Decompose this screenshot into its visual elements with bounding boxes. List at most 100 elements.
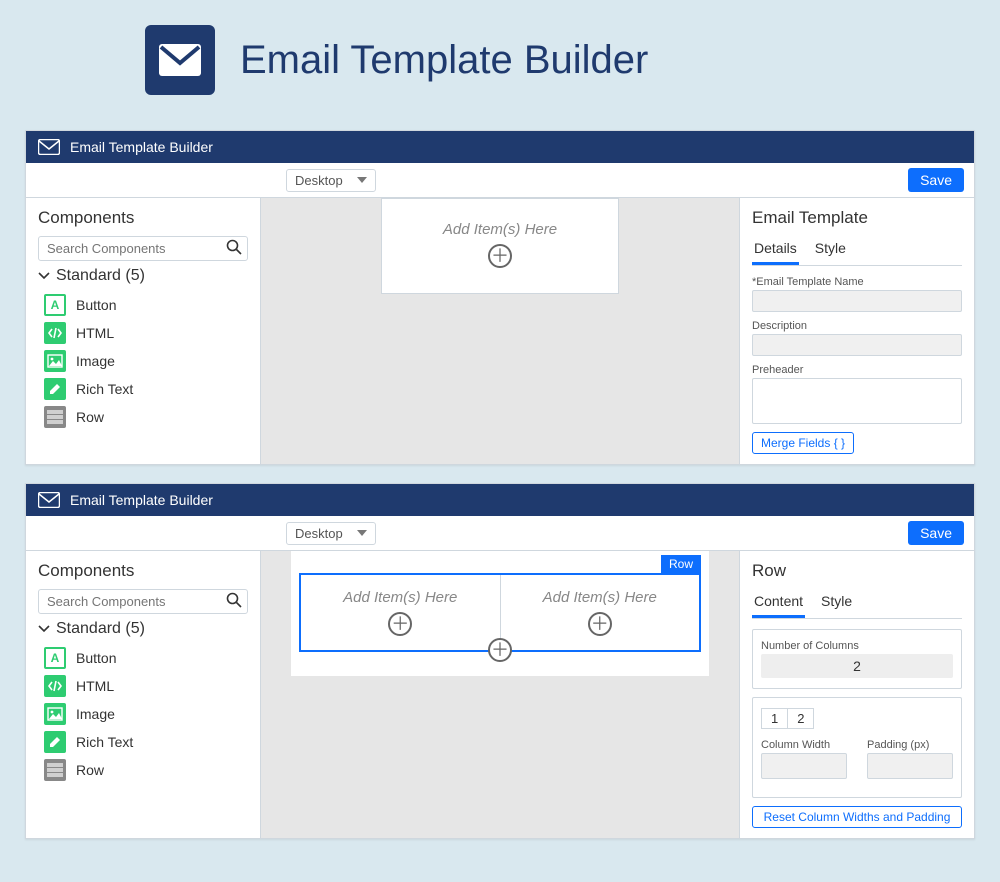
- inspector-title: Email Template: [752, 208, 962, 228]
- component-label: Image: [76, 706, 115, 722]
- chevron-down-icon: [38, 272, 50, 280]
- logo-envelope-icon: [145, 25, 215, 95]
- component-richtext[interactable]: Rich Text: [38, 728, 248, 756]
- component-html[interactable]: HTML: [38, 319, 248, 347]
- chevron-down-icon: [357, 530, 367, 536]
- column-tab-1[interactable]: 1: [761, 708, 788, 729]
- search-icon[interactable]: [226, 239, 242, 255]
- pencil-icon: [44, 378, 66, 400]
- svg-text:A: A: [51, 298, 60, 312]
- field-label-name: *Email Template Name: [752, 276, 962, 288]
- group-header[interactable]: Standard (5): [38, 620, 248, 638]
- envelope-icon: [38, 139, 60, 155]
- dropzone[interactable]: Add Item(s) Here ＋: [382, 199, 618, 289]
- component-image[interactable]: Image: [38, 700, 248, 728]
- component-label: HTML: [76, 325, 114, 341]
- code-icon: [44, 322, 66, 344]
- code-icon: [44, 675, 66, 697]
- envelope-icon: [38, 492, 60, 508]
- plus-icon[interactable]: ＋: [388, 612, 412, 636]
- panel-titlebar: Email Template Builder: [26, 131, 974, 163]
- components-heading: Components: [38, 561, 248, 581]
- search-input[interactable]: [38, 589, 248, 614]
- components-heading: Components: [38, 208, 248, 228]
- components-panel: Components Standard (5) A Button HTML Ima…: [26, 551, 261, 838]
- button-a-icon: A: [44, 647, 66, 669]
- save-button[interactable]: Save: [908, 521, 964, 545]
- component-label: Rich Text: [76, 734, 133, 750]
- save-button[interactable]: Save: [908, 168, 964, 192]
- panel-title: Email Template Builder: [70, 492, 213, 508]
- input-col-width[interactable]: [761, 753, 847, 779]
- input-description[interactable]: [752, 334, 962, 356]
- component-label: Button: [76, 650, 116, 666]
- button-a-icon: A: [44, 294, 66, 316]
- tab-style[interactable]: Style: [813, 236, 848, 265]
- component-richtext[interactable]: Rich Text: [38, 375, 248, 403]
- canvas[interactable]: Add Item(s) Here ＋: [261, 198, 739, 464]
- column-tab-2[interactable]: 2: [788, 708, 814, 729]
- component-button[interactable]: A Button: [38, 291, 248, 319]
- tab-details[interactable]: Details: [752, 236, 799, 265]
- dropzone-label: Add Item(s) Here: [443, 221, 557, 238]
- page-title: Email Template Builder: [240, 38, 648, 83]
- inspector-tabs: Content Style: [752, 589, 962, 619]
- merge-fields-button[interactable]: Merge Fields { }: [752, 432, 854, 454]
- svg-text:A: A: [51, 651, 60, 665]
- col-width-label: Column Width: [761, 739, 847, 751]
- device-select-label: Desktop: [295, 173, 343, 188]
- row-icon: [44, 759, 66, 781]
- add-row-below-icon[interactable]: ＋: [488, 638, 512, 662]
- component-label: Row: [76, 762, 104, 778]
- field-label-preheader: Preheader: [752, 364, 962, 376]
- component-label: Image: [76, 353, 115, 369]
- panel-titlebar: Email Template Builder: [26, 484, 974, 516]
- component-label: HTML: [76, 678, 114, 694]
- column-tabs: 1 2: [761, 708, 953, 729]
- builder-panel-2: Email Template Builder Desktop Save Comp…: [25, 483, 975, 839]
- component-html[interactable]: HTML: [38, 672, 248, 700]
- row-icon: [44, 406, 66, 428]
- inspector-panel: Email Template Details Style *Email Temp…: [739, 198, 974, 464]
- chevron-down-icon: [357, 177, 367, 183]
- component-row[interactable]: Row: [38, 403, 248, 431]
- tab-content[interactable]: Content: [752, 589, 805, 618]
- search-icon[interactable]: [226, 592, 242, 608]
- component-row[interactable]: Row: [38, 756, 248, 784]
- reset-button[interactable]: Reset Column Widths and Padding: [752, 806, 962, 828]
- dropzone-label: Add Item(s) Here: [543, 589, 657, 606]
- input-padding[interactable]: [867, 753, 953, 779]
- device-select-label: Desktop: [295, 526, 343, 541]
- plus-icon[interactable]: ＋: [488, 244, 512, 268]
- component-label: Row: [76, 409, 104, 425]
- field-label-desc: Description: [752, 320, 962, 332]
- device-select[interactable]: Desktop: [286, 169, 376, 192]
- component-label: Button: [76, 297, 116, 313]
- search-input[interactable]: [38, 236, 248, 261]
- canvas[interactable]: Row Add Item(s) Here ＋ Add Item(s) Here …: [261, 551, 739, 838]
- dropzone-label: Add Item(s) Here: [343, 589, 457, 606]
- group-header[interactable]: Standard (5): [38, 267, 248, 285]
- panel-title: Email Template Builder: [70, 139, 213, 155]
- num-cols-value[interactable]: 2: [761, 654, 953, 678]
- component-image[interactable]: Image: [38, 347, 248, 375]
- builder-panel-1: Email Template Builder Desktop Save Comp…: [25, 130, 975, 465]
- input-preheader[interactable]: [752, 378, 962, 424]
- component-button[interactable]: A Button: [38, 644, 248, 672]
- plus-icon[interactable]: ＋: [588, 612, 612, 636]
- toolbar: Desktop Save: [26, 163, 974, 198]
- pencil-icon: [44, 731, 66, 753]
- component-label: Rich Text: [76, 381, 133, 397]
- toolbar: Desktop Save: [26, 516, 974, 551]
- tab-style[interactable]: Style: [819, 589, 854, 618]
- padding-label: Padding (px): [867, 739, 953, 751]
- group-label: Standard (5): [56, 620, 145, 638]
- image-icon: [44, 703, 66, 725]
- image-icon: [44, 350, 66, 372]
- input-template-name[interactable]: [752, 290, 962, 312]
- row-badge: Row: [661, 555, 701, 573]
- chevron-down-icon: [38, 625, 50, 633]
- device-select[interactable]: Desktop: [286, 522, 376, 545]
- group-label: Standard (5): [56, 267, 145, 285]
- inspector-tabs: Details Style: [752, 236, 962, 266]
